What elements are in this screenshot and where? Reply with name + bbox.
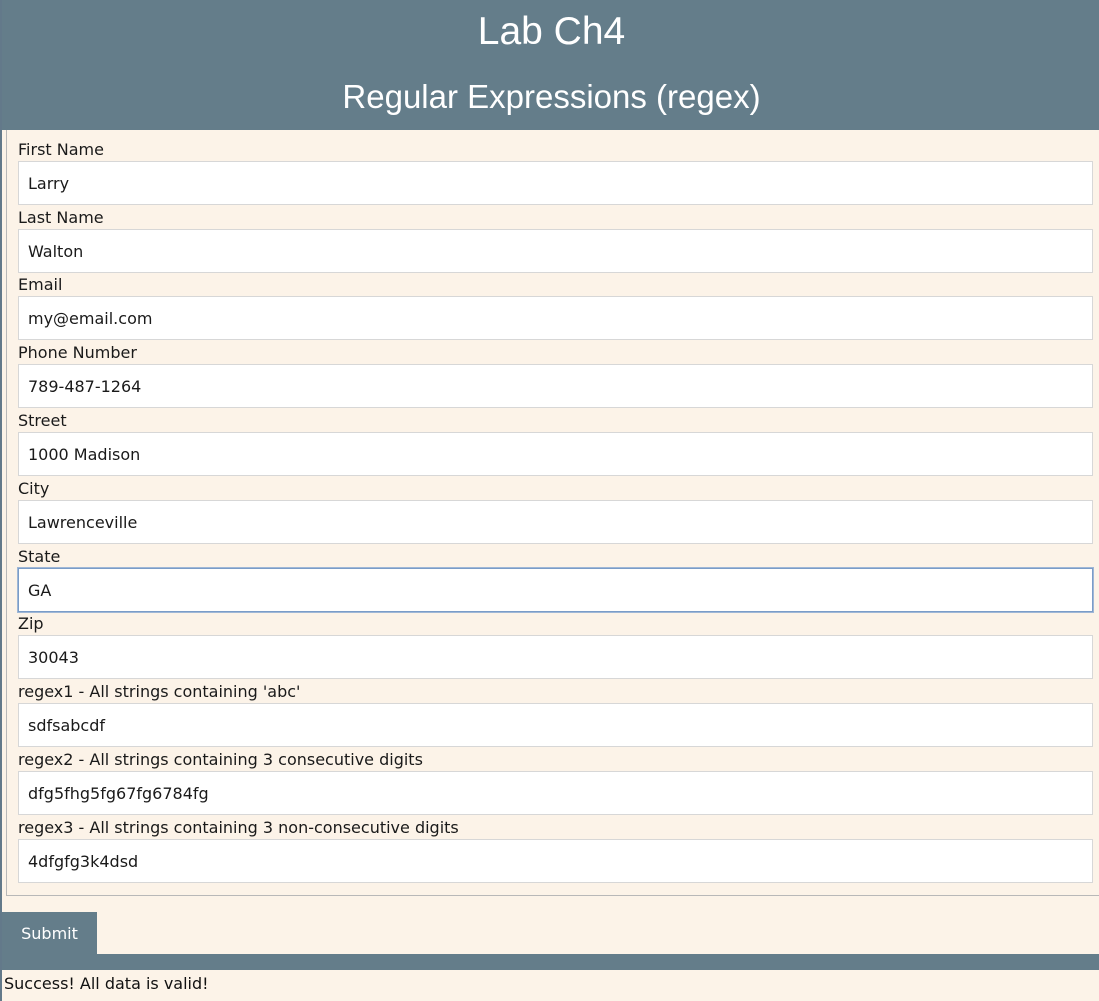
state-label: State (18, 547, 61, 566)
last-name-label: Last Name (18, 208, 104, 227)
email-label: Email (18, 275, 63, 294)
regex3-label: regex3 - All strings containing 3 non-co… (18, 818, 459, 837)
first-name-label: First Name (18, 140, 104, 159)
street-label: Street (18, 411, 67, 430)
regex2-input[interactable] (18, 771, 1093, 815)
regex2-label: regex2 - All strings containing 3 consec… (18, 750, 423, 769)
page: Lab Ch4 Regular Expressions (regex) Firs… (0, 0, 1099, 1001)
page-title: Lab Ch4 (477, 10, 626, 53)
phone-number-input[interactable] (18, 364, 1093, 408)
zip-label: Zip (18, 614, 44, 633)
city-label: City (18, 479, 50, 498)
regex1-input[interactable] (18, 703, 1093, 747)
regex3-input[interactable] (18, 839, 1093, 883)
page-header: Lab Ch4 Regular Expressions (regex) (2, 0, 1099, 130)
phone-number-label: Phone Number (18, 343, 137, 362)
page-subtitle: Regular Expressions (regex) (342, 78, 761, 115)
submit-bar (2, 954, 1099, 970)
last-name-input[interactable] (18, 229, 1093, 273)
state-input[interactable] (18, 568, 1093, 612)
regex1-label: regex1 - All strings containing 'abc' (18, 682, 301, 701)
email-input[interactable] (18, 296, 1093, 340)
city-input[interactable] (18, 500, 1093, 544)
submit-button[interactable]: Submit (2, 912, 97, 954)
street-input[interactable] (18, 432, 1093, 476)
first-name-input[interactable] (18, 161, 1093, 205)
zip-input[interactable] (18, 635, 1093, 679)
status-message: Success! All data is valid! (4, 974, 209, 993)
form-fieldset: First Name Last Name Email Phone Number … (6, 130, 1099, 896)
